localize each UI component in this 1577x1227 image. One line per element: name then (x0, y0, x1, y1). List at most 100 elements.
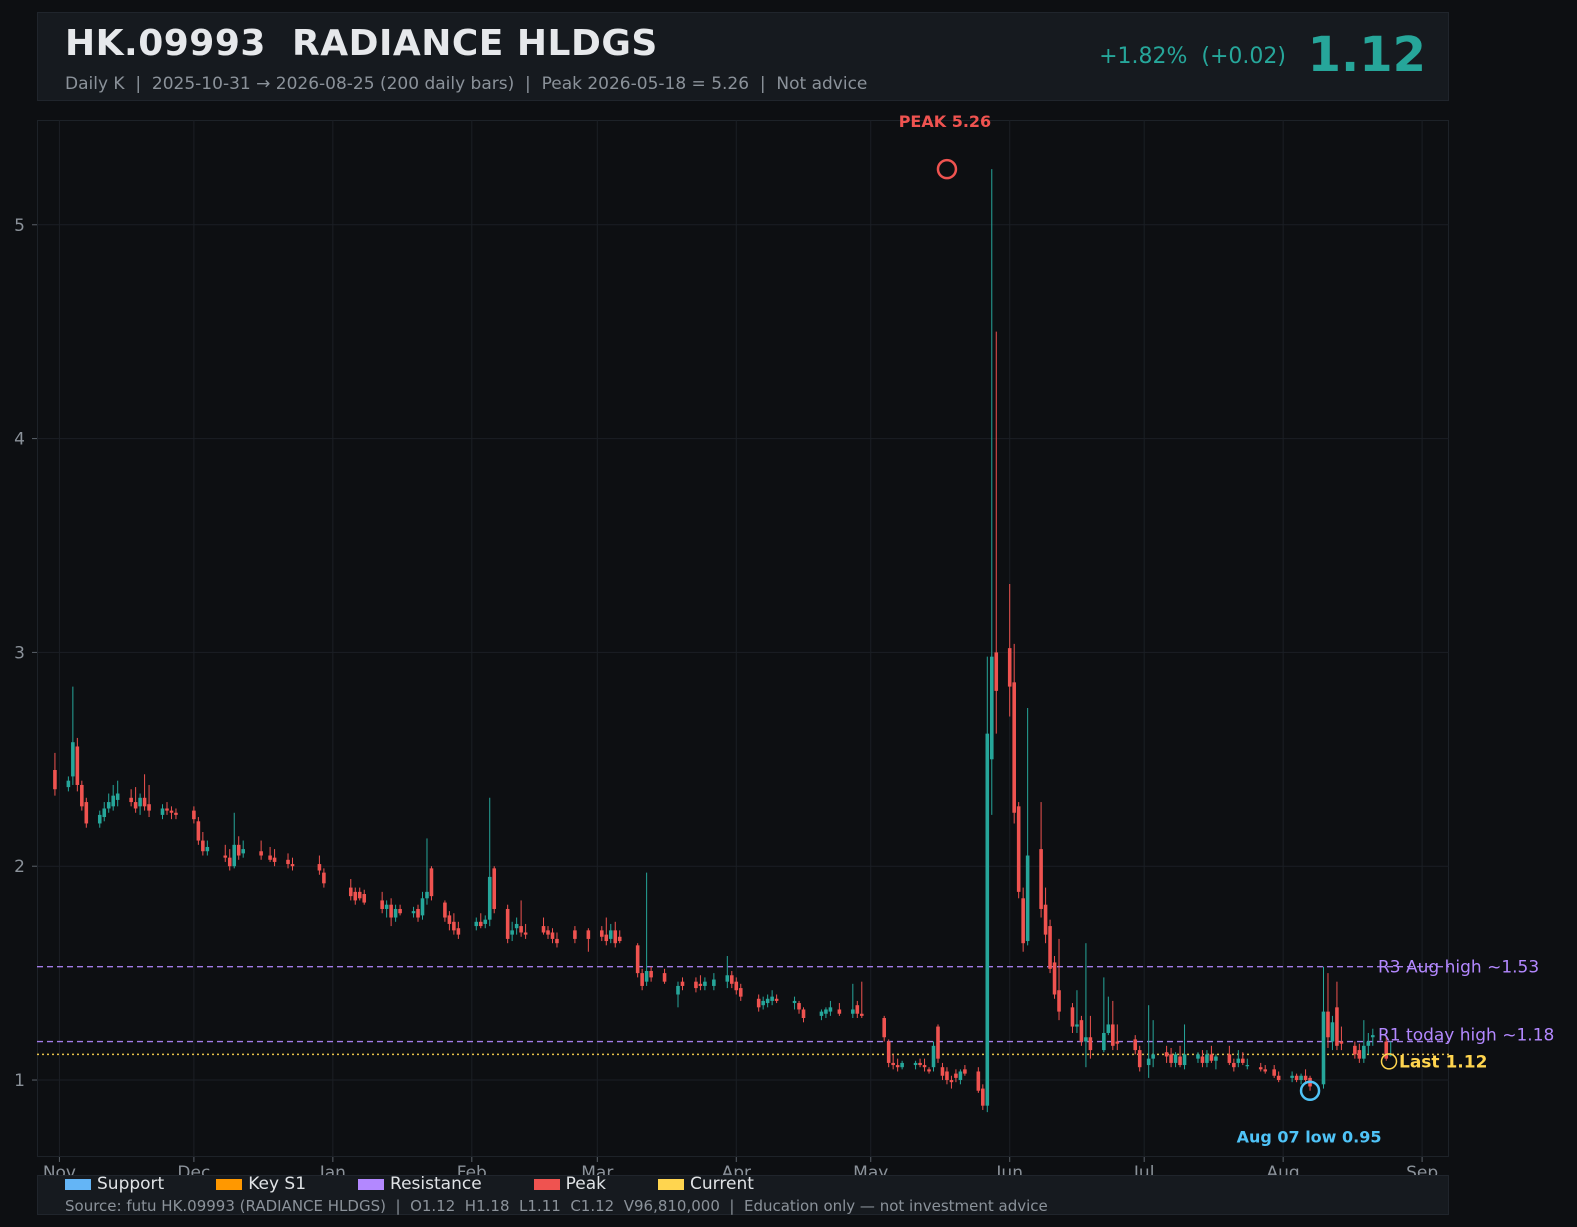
candle-body (1070, 1007, 1075, 1027)
candle-body (819, 1011, 824, 1016)
candle-body (640, 973, 644, 986)
candle-body (1258, 1067, 1263, 1070)
candle-body (927, 1069, 931, 1072)
peak-label: PEAK 5.26 (899, 112, 991, 131)
candle-body (483, 919, 488, 924)
candle-body (1321, 1011, 1326, 1085)
source-note: Source: futu HK.09993 (RADIANCE HLDGS) |… (65, 1197, 1048, 1215)
legend-item-current: Current (658, 1174, 754, 1194)
candle-body (949, 1080, 954, 1083)
candle-body (1169, 1054, 1173, 1063)
candle-body (761, 1000, 765, 1006)
candle-body (792, 1000, 797, 1004)
candle-body (286, 859, 290, 865)
candle-body (1272, 1069, 1276, 1076)
candle-body (1079, 1020, 1084, 1042)
candle-body (487, 876, 492, 920)
candle-body (1366, 1041, 1371, 1046)
candle-body (147, 804, 151, 811)
candle-body (1371, 1035, 1375, 1038)
candle-body (1057, 990, 1061, 1012)
candle-body (1106, 1024, 1111, 1033)
candle-body (389, 904, 393, 918)
candle-body (550, 932, 555, 939)
candle-body (1137, 1050, 1142, 1068)
candle-body (680, 981, 685, 986)
legend-item-resistance: Resistance (358, 1174, 482, 1194)
candle-body (981, 1088, 985, 1106)
candle-body (945, 1071, 949, 1081)
candle-body (824, 1009, 828, 1014)
candle-body (617, 936, 622, 942)
candle-body (1075, 1024, 1079, 1027)
candle-body (1012, 682, 1016, 813)
candle-body (1016, 806, 1021, 892)
candle-body (936, 1026, 940, 1059)
candle-body (84, 802, 89, 824)
candle-body (66, 780, 71, 788)
legend: Support Key S1 Resistance Peak Current (65, 1174, 806, 1194)
candle-body (985, 733, 990, 1106)
candle-body (523, 932, 528, 935)
candle-body (1102, 1032, 1106, 1051)
candle-body (53, 769, 57, 790)
candle-body (1052, 962, 1057, 995)
legend-item-key-s1: Key S1 (216, 1174, 306, 1194)
candle-body (102, 808, 107, 818)
candle-body (900, 1062, 904, 1068)
candle-body (774, 998, 779, 1001)
candle-body (1227, 1054, 1232, 1063)
candle-body (1294, 1075, 1299, 1081)
peak-marker-icon (936, 158, 958, 180)
candle-body (1146, 1058, 1151, 1066)
candle-body (348, 887, 353, 897)
candle-body (895, 1065, 900, 1068)
candle-body (71, 742, 75, 777)
candle-body (420, 898, 425, 916)
candle-body (232, 844, 237, 867)
legend-label-peak: Peak (565, 1174, 607, 1194)
candle-body (1084, 1037, 1088, 1042)
candle-body (1232, 1062, 1236, 1068)
candle-body (1043, 904, 1048, 935)
candle-body (1025, 855, 1030, 942)
legend-item-support: Support (65, 1174, 164, 1194)
candle-body (1214, 1056, 1218, 1061)
candle-body (115, 793, 120, 800)
candle-body (1151, 1054, 1155, 1059)
candle-body (236, 844, 241, 856)
legend-label-key-s1: Key S1 (248, 1174, 307, 1194)
candle-body (676, 985, 680, 995)
candle-body (828, 1007, 833, 1012)
candle-body (138, 797, 142, 807)
candle-body (573, 930, 577, 939)
candle-body (443, 902, 447, 918)
candle-body (963, 1069, 967, 1074)
candle-body (492, 868, 497, 909)
candle-body (882, 1018, 886, 1038)
candle-body (712, 979, 716, 986)
candle-body (770, 996, 774, 1001)
candle-body (160, 808, 165, 815)
candle-body (976, 1071, 981, 1091)
candle-body (801, 1009, 806, 1019)
y-tick-label: 2 (14, 857, 25, 877)
candle-body (1164, 1052, 1169, 1057)
candle-body (519, 926, 523, 933)
candle-body (380, 900, 384, 909)
candle-body (725, 975, 730, 982)
candle-body (797, 1003, 801, 1010)
candle-body (97, 814, 102, 824)
candle-body (452, 921, 456, 931)
candle-body (703, 981, 707, 986)
candle-body (1088, 1037, 1093, 1051)
candle-body (1007, 648, 1012, 687)
candle-body (608, 930, 613, 939)
candle-body (1209, 1054, 1214, 1061)
candle-body (398, 908, 402, 914)
y-tick-label: 5 (14, 216, 25, 236)
candle-body (1330, 1022, 1335, 1042)
candle-body (851, 1009, 855, 1014)
candle-body (75, 746, 80, 785)
y-tick-label: 1 (14, 1071, 25, 1091)
